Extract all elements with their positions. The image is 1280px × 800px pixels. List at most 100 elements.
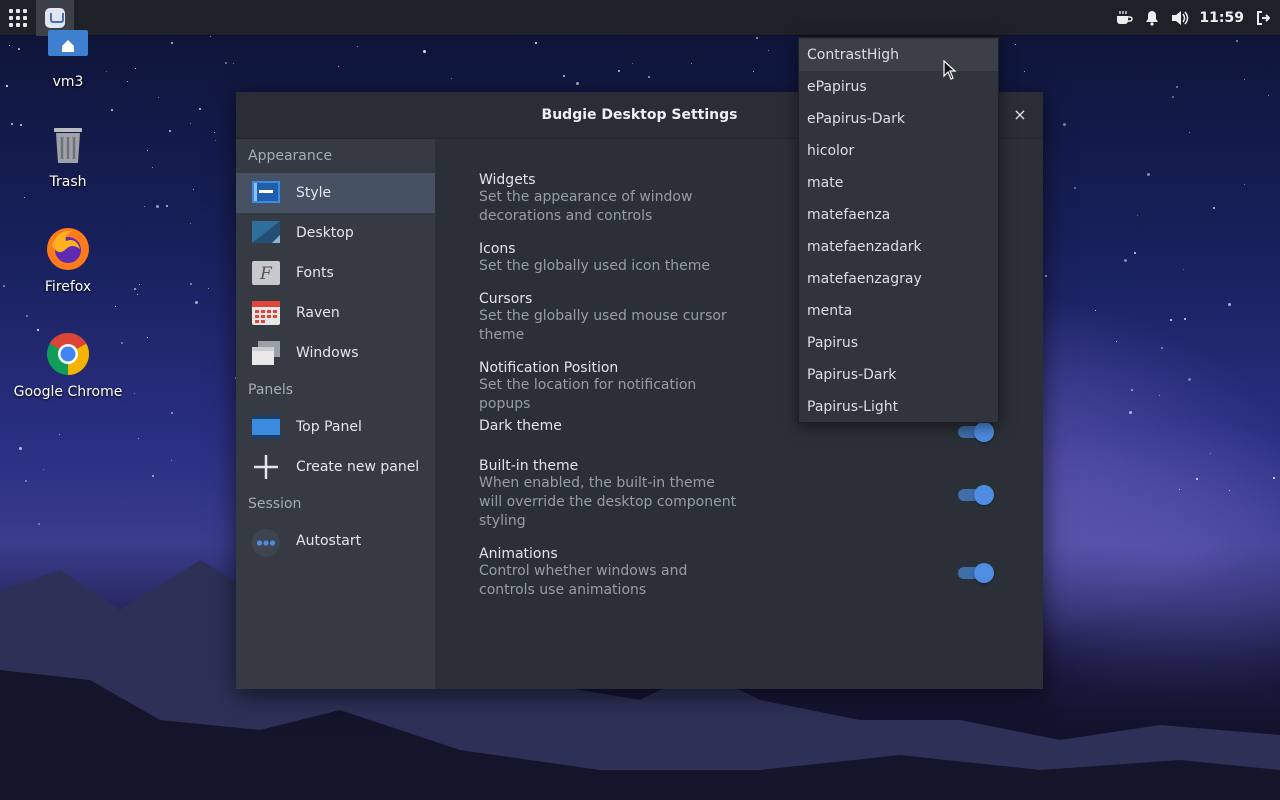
star [171, 42, 173, 44]
star [1236, 40, 1238, 42]
sidebar-item-top-panel[interactable]: Top Panel [236, 407, 435, 447]
dropdown-option[interactable]: hicolor [799, 135, 998, 167]
star [1196, 478, 1198, 480]
star [134, 288, 136, 290]
sidebar-item-autostart[interactable]: Autostart [236, 521, 435, 561]
star [26, 315, 28, 317]
star [423, 50, 426, 53]
star [338, 66, 339, 67]
star [158, 97, 159, 98]
plus-icon [252, 455, 280, 479]
sidebar-item-raven[interactable]: Raven [236, 293, 435, 333]
setting-builtin-theme: Built-in theme When enabled, the built-i… [479, 458, 739, 531]
dark-theme-switch[interactable] [958, 421, 994, 443]
star [451, 78, 452, 79]
dropdown-option[interactable]: ContrastHigh [799, 39, 998, 71]
chrome-icon [44, 330, 92, 378]
close-button[interactable]: × [1011, 106, 1029, 124]
panel-icon [252, 415, 280, 439]
star [576, 82, 579, 85]
star [139, 284, 140, 285]
coffee-icon[interactable] [1115, 9, 1134, 27]
firefox-icon [44, 225, 92, 273]
sidebar-item-fonts[interactable]: F Fonts [236, 253, 435, 293]
desktop-icon-trash[interactable]: Trash [8, 120, 128, 190]
grid-icon [9, 8, 27, 27]
star [1183, 269, 1184, 270]
star [1244, 79, 1245, 80]
builtin-theme-switch[interactable] [958, 484, 994, 506]
star [1228, 303, 1231, 306]
dropdown-option[interactable]: mate [799, 167, 998, 199]
star [1176, 86, 1178, 88]
star [43, 469, 44, 470]
desktop-icon-label: vm3 [52, 74, 84, 90]
desktop-icon-chrome[interactable]: Google Chrome [8, 330, 128, 400]
sidebar-item-label: Top Panel [296, 419, 362, 435]
sidebar-item-windows[interactable]: Windows [236, 333, 435, 373]
star [618, 70, 620, 72]
autostart-icon [252, 529, 280, 557]
star [1134, 252, 1136, 254]
star [357, 46, 358, 47]
star [25, 480, 27, 482]
star [225, 62, 227, 64]
logout-icon[interactable] [1254, 9, 1272, 27]
star [147, 337, 148, 338]
window-title: Budgie Desktop Settings [541, 107, 738, 123]
star [1179, 489, 1180, 490]
star [1063, 123, 1066, 126]
star [193, 189, 194, 190]
sidebar-item-desktop[interactable]: Desktop [236, 213, 435, 253]
dropdown-option[interactable]: ePapirus [799, 71, 998, 103]
dropdown-option[interactable]: matefaenza [799, 199, 998, 231]
setting-dark-theme: Dark theme [479, 418, 739, 434]
star [1170, 319, 1172, 321]
star [190, 283, 192, 285]
sidebar-item-create-new-panel[interactable]: Create new panel [236, 447, 435, 487]
setting-title: Notification Position [479, 360, 619, 376]
dropdown-option[interactable]: Papirus [799, 327, 998, 359]
star [1273, 477, 1275, 479]
desktop-icon [252, 221, 280, 245]
sidebar-item-label: Desktop [296, 225, 354, 241]
animations-switch[interactable] [958, 562, 994, 584]
dropdown-option[interactable]: ePapirus-Dark [799, 103, 998, 135]
star [1244, 184, 1245, 185]
dropdown-option[interactable]: matefaenzagray [799, 263, 998, 295]
settings-sidebar: Appearance Style Desktop F Fonts Raven W… [236, 139, 435, 689]
dropdown-option[interactable]: Papirus-Dark [799, 359, 998, 391]
star [1172, 96, 1174, 98]
star [171, 460, 172, 461]
star [648, 76, 650, 78]
star [1116, 341, 1117, 342]
dropdown-option[interactable]: Papirus-Light [799, 391, 998, 423]
star [1188, 378, 1191, 381]
star [1015, 44, 1016, 45]
setting-title: Built-in theme [479, 458, 579, 474]
setting-title: Dark theme [479, 418, 562, 434]
dropdown-option[interactable]: matefaenzadark [799, 231, 998, 263]
switch-knob [974, 563, 994, 583]
sidebar-item-label: Fonts [296, 265, 334, 281]
sidebar-section-appearance: Appearance [248, 148, 333, 164]
star [210, 36, 211, 37]
star [214, 132, 215, 133]
switch-knob [974, 485, 994, 505]
sidebar-item-label: Raven [296, 305, 340, 321]
setting-description: When enabled, the built-in theme will ov… [479, 475, 737, 529]
star [208, 288, 209, 289]
dropdown-option[interactable]: menta [799, 295, 998, 327]
volume-icon[interactable] [1171, 9, 1189, 27]
top-panel: 11:59 [0, 0, 1280, 36]
sidebar-item-style[interactable]: Style [236, 173, 435, 213]
clock[interactable]: 11:59 [1199, 10, 1244, 26]
star [691, 63, 692, 64]
desktop-icon-home[interactable]: vm3 [8, 30, 128, 90]
bell-icon[interactable] [1143, 9, 1161, 27]
desktop-icon-firefox[interactable]: Firefox [8, 225, 128, 295]
settings-app-icon [45, 7, 65, 28]
star [1268, 95, 1269, 96]
star [115, 306, 116, 307]
star [169, 130, 171, 132]
